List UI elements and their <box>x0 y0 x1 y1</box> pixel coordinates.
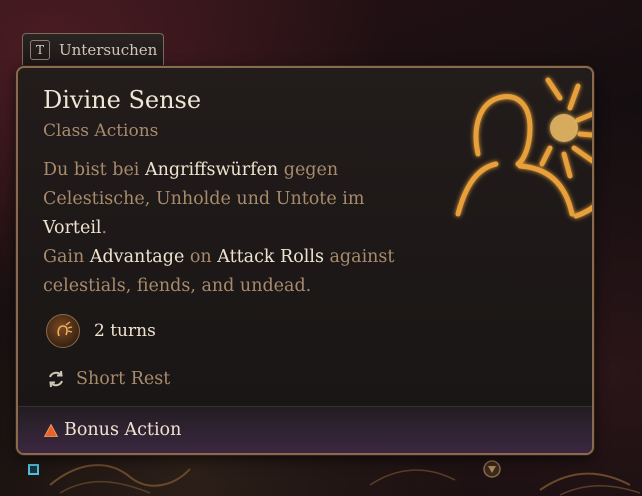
duration-icon <box>46 314 80 348</box>
keybind-t: T <box>30 39 50 60</box>
recharge-value: Short Rest <box>76 369 171 389</box>
hotbar-slot-indicator[interactable] <box>28 464 39 475</box>
divine-sense-icon <box>455 77 592 219</box>
duration-value: 2 turns <box>94 321 156 341</box>
keyword-vorteil[interactable]: Vorteil <box>43 218 102 238</box>
spell-title: Divine Sense <box>43 86 202 114</box>
examine-tab[interactable]: T Untersuchen <box>22 33 164 65</box>
description-german: Du bist bei Angriffswürfen gegen Celesti… <box>43 160 365 238</box>
keyword-attack-rolls[interactable]: Attack Rolls <box>217 247 324 267</box>
spell-tooltip: Divine Sense Class Actions Du bist bei A… <box>16 66 594 455</box>
spell-description: Du bist bei Angriffswürfen gegen Celesti… <box>43 156 403 301</box>
short-rest-icon <box>49 370 63 388</box>
game-scene: T Untersuchen Divine Sense Class Actions… <box>0 0 642 496</box>
keyword-advantage[interactable]: Advantage <box>90 247 184 267</box>
recharge-row: Short Rest <box>46 366 170 392</box>
hotbar-ornament <box>49 460 641 496</box>
action-cost-label: Bonus Action <box>64 420 182 440</box>
bonus-action-triangle-icon <box>44 423 58 437</box>
examine-label: Untersuchen <box>59 40 158 59</box>
spell-category: Class Actions <box>43 121 159 141</box>
description-english: Gain Advantage on Attack Rolls against c… <box>43 247 395 296</box>
keyword-angriffswuerfen[interactable]: Angriffswürfen <box>145 160 278 180</box>
duration-row: 2 turns <box>46 314 156 348</box>
action-cost-bar: Bonus Action <box>18 406 592 453</box>
